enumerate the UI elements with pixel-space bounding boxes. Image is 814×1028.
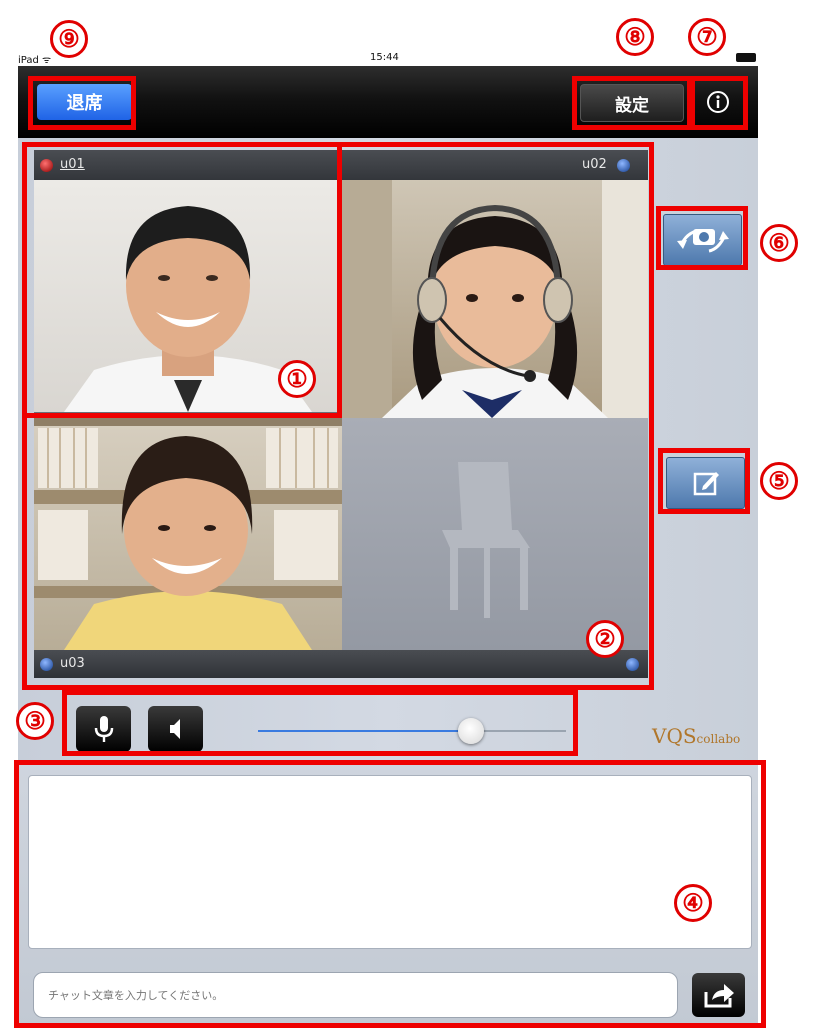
- annotation-box-leave: [28, 76, 136, 130]
- status-bar: iPad ᯤ 15:44: [18, 50, 758, 66]
- marker-4: ④: [674, 884, 712, 922]
- marker-3: ③: [16, 702, 54, 740]
- annotation-box-chat: [14, 760, 766, 1028]
- annotation-box-settings: [572, 76, 692, 130]
- status-time: 15:44: [370, 52, 399, 63]
- marker-7: ⑦: [688, 18, 726, 56]
- logo-sub-text: collabo: [696, 732, 741, 746]
- brand-logo: VQScollabo: [652, 724, 740, 748]
- marker-5: ⑤: [760, 462, 798, 500]
- marker-6: ⑥: [760, 224, 798, 262]
- marker-2: ②: [586, 620, 624, 658]
- annotation-box-camera: [656, 206, 748, 270]
- annotation-box-edit: [658, 448, 750, 514]
- marker-8: ⑧: [616, 18, 654, 56]
- annotation-box-audio: [62, 690, 578, 756]
- annotation-box-video-grid: [22, 142, 654, 690]
- status-carrier: iPad ᯤ: [18, 55, 52, 66]
- marker-1: ①: [278, 360, 316, 398]
- battery-icon: [736, 53, 756, 62]
- marker-9: ⑨: [50, 20, 88, 58]
- logo-main-text: VQS: [652, 724, 697, 748]
- annotation-box-info: [690, 76, 748, 130]
